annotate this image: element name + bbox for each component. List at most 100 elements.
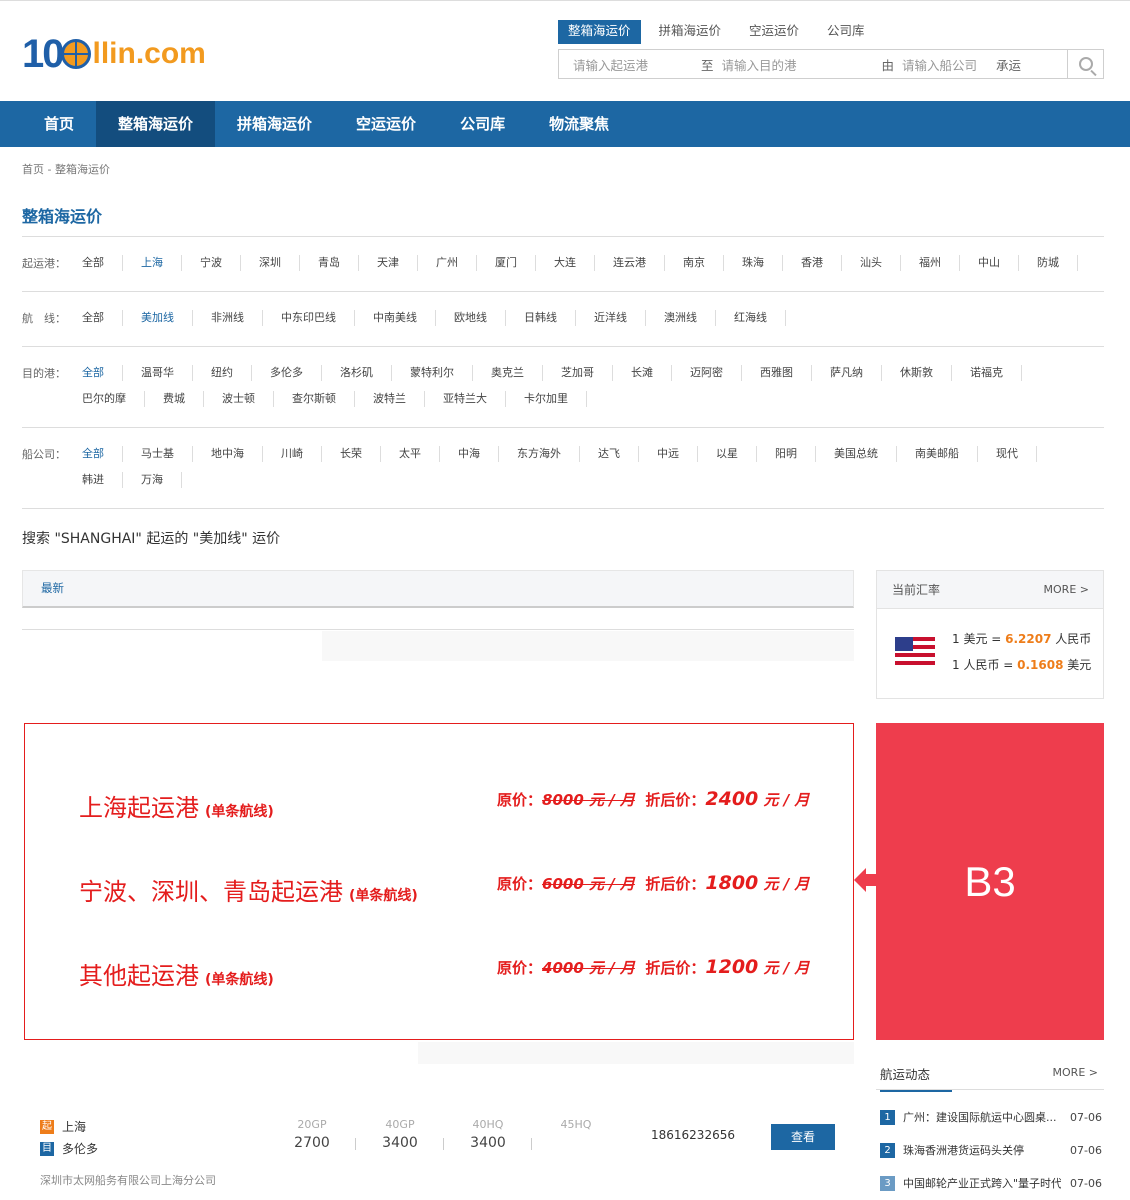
search-tab-lcl[interactable]: 拼箱海运价 xyxy=(649,20,732,44)
filter-option-origin[interactable]: 中山 xyxy=(978,255,1019,271)
ad-slot-b3[interactable]: B3 xyxy=(876,723,1104,1040)
filter-option-carrier[interactable]: 南美邮船 xyxy=(915,446,978,462)
nav-logistics-news[interactable]: 物流聚焦 xyxy=(527,101,631,147)
divider xyxy=(443,1138,444,1150)
filter-option-destination[interactable]: 芝加哥 xyxy=(561,365,613,381)
filter-option-destination[interactable]: 温哥华 xyxy=(141,365,193,381)
filter-option-route[interactable]: 澳洲线 xyxy=(664,310,716,326)
filter-option-destination[interactable]: 多伦多 xyxy=(270,365,322,381)
filter-option-carrier[interactable]: 马士基 xyxy=(141,446,193,462)
filter-option-route[interactable]: 红海线 xyxy=(734,310,786,326)
search-tab-fcl[interactable]: 整箱海运价 xyxy=(558,20,641,44)
filter-option-destination[interactable]: 查尔斯顿 xyxy=(292,391,355,407)
nav-air[interactable]: 空运运价 xyxy=(334,101,438,147)
site-logo[interactable]: 10 llin.com xyxy=(22,32,206,76)
filter-option-carrier[interactable]: 中海 xyxy=(458,446,499,462)
filter-option-origin[interactable]: 青岛 xyxy=(318,255,359,271)
filter-option-destination[interactable]: 西雅图 xyxy=(760,365,812,381)
filter-option-route[interactable]: 欧地线 xyxy=(454,310,506,326)
filter-option-origin[interactable]: 连云港 xyxy=(613,255,665,271)
filter-option-origin[interactable]: 厦门 xyxy=(495,255,536,271)
nav-home[interactable]: 首页 xyxy=(22,101,96,147)
container-price xyxy=(546,1135,606,1153)
filter-option-origin[interactable]: 香港 xyxy=(801,255,842,271)
search-button[interactable] xyxy=(1067,50,1103,78)
filter-option-origin[interactable]: 大连 xyxy=(554,255,595,271)
company-name[interactable]: 深圳市太网船务有限公司上海分公司 xyxy=(40,1172,216,1188)
filter-option-carrier[interactable]: 全部 xyxy=(82,446,123,462)
filter-option-destination[interactable]: 费城 xyxy=(163,391,204,407)
filter-option-destination[interactable]: 诺福克 xyxy=(970,365,1022,381)
search-tab-company[interactable]: 公司库 xyxy=(817,20,875,44)
filter-option-destination[interactable]: 全部 xyxy=(82,365,123,381)
filter-option-destination[interactable]: 洛杉矶 xyxy=(340,365,392,381)
filter-option-carrier[interactable]: 万海 xyxy=(141,472,182,488)
origin-port-input[interactable]: 请输入起运港 xyxy=(559,55,689,74)
promo-banner[interactable]: 上海起运港 (单条航线) 原价：8000 元 / 月 折后价：2400 元 / … xyxy=(24,723,854,1040)
filter-option-destination[interactable]: 巴尔的摩 xyxy=(82,391,145,407)
filter-option-route[interactable]: 美加线 xyxy=(141,310,193,326)
news-item[interactable]: 1 广州：建设国际航运中心圆桌... 07-06 xyxy=(880,1109,1102,1125)
breadcrumb[interactable]: 首页 - 整箱海运价 xyxy=(22,161,110,177)
filter-option-route[interactable]: 中南美线 xyxy=(373,310,436,326)
filter-option-destination[interactable]: 萨凡纳 xyxy=(830,365,882,381)
filter-option-origin[interactable]: 广州 xyxy=(436,255,477,271)
filter-option-carrier[interactable]: 太平 xyxy=(399,446,440,462)
filter-option-carrier[interactable]: 美国总统 xyxy=(834,446,897,462)
filter-option-route[interactable]: 近洋线 xyxy=(594,310,646,326)
view-button[interactable]: 查看 xyxy=(771,1124,835,1150)
filter-option-destination[interactable]: 迈阿密 xyxy=(690,365,742,381)
filter-option-carrier[interactable]: 东方海外 xyxy=(517,446,580,462)
filter-option-carrier[interactable]: 韩进 xyxy=(82,472,123,488)
filter-option-destination[interactable]: 波士顿 xyxy=(222,391,274,407)
carrier-input[interactable]: 请输入船公司 xyxy=(902,55,996,74)
filter-option-destination[interactable]: 蒙特利尔 xyxy=(410,365,473,381)
filter-option-origin[interactable]: 全部 xyxy=(82,255,123,271)
promo-note: (单条航线) xyxy=(349,888,418,904)
filter-option-destination[interactable]: 休斯敦 xyxy=(900,365,952,381)
new-label: 折后价： xyxy=(645,875,706,893)
news-item[interactable]: 2 珠海香洲港货运码头关停 07-06 xyxy=(880,1142,1102,1158)
origin-line: 起 上海 xyxy=(40,1118,86,1135)
filter-option-carrier[interactable]: 达飞 xyxy=(598,446,639,462)
destination-port-input[interactable]: 请输入目的港 xyxy=(722,55,882,74)
filter-option-origin[interactable]: 深圳 xyxy=(259,255,300,271)
search-tab-air[interactable]: 空运运价 xyxy=(739,20,809,44)
filter-option-carrier[interactable]: 以星 xyxy=(716,446,757,462)
filter-option-carrier[interactable]: 现代 xyxy=(996,446,1037,462)
filter-option-carrier[interactable]: 川崎 xyxy=(281,446,322,462)
filter-option-destination[interactable]: 卡尔加里 xyxy=(524,391,587,407)
container-price: 3400 xyxy=(382,1135,418,1151)
tab-latest[interactable]: 最新 xyxy=(41,581,64,595)
filter-option-origin[interactable]: 南京 xyxy=(683,255,724,271)
filter-option-route[interactable]: 日韩线 xyxy=(524,310,576,326)
filter-option-carrier[interactable]: 阳明 xyxy=(775,446,816,462)
filter-option-origin[interactable]: 宁波 xyxy=(200,255,241,271)
filter-option-route[interactable]: 全部 xyxy=(82,310,123,326)
container-type: 40GP xyxy=(385,1118,415,1131)
rate-unit: 美元 xyxy=(1063,658,1092,672)
filter-option-origin[interactable]: 上海 xyxy=(141,255,182,271)
filter-option-origin[interactable]: 防城 xyxy=(1037,255,1078,271)
filter-option-carrier[interactable]: 地中海 xyxy=(211,446,263,462)
filter-option-destination[interactable]: 亚特兰大 xyxy=(443,391,506,407)
news-item[interactable]: 3 中国邮轮产业正式跨入"量子时代" 07-06 xyxy=(880,1175,1102,1191)
filter-option-origin[interactable]: 天津 xyxy=(377,255,418,271)
exchange-rate-more-link[interactable]: MORE > xyxy=(1044,583,1089,596)
filter-option-origin[interactable]: 福州 xyxy=(919,255,960,271)
shipping-news-more-link[interactable]: MORE > xyxy=(1053,1066,1098,1079)
filter-option-carrier[interactable]: 长荣 xyxy=(340,446,381,462)
news-title: 中国邮轮产业正式跨入"量子时代" xyxy=(903,1177,1061,1190)
filter-option-route[interactable]: 非洲线 xyxy=(211,310,263,326)
filter-option-origin[interactable]: 珠海 xyxy=(742,255,783,271)
filter-option-destination[interactable]: 波特兰 xyxy=(373,391,425,407)
filter-option-origin[interactable]: 汕头 xyxy=(860,255,901,271)
nav-company[interactable]: 公司库 xyxy=(438,101,527,147)
filter-option-destination[interactable]: 长滩 xyxy=(631,365,672,381)
filter-option-route[interactable]: 中东印巴线 xyxy=(281,310,355,326)
filter-option-destination[interactable]: 奥克兰 xyxy=(491,365,543,381)
filter-option-destination[interactable]: 纽约 xyxy=(211,365,252,381)
nav-fcl[interactable]: 整箱海运价 xyxy=(96,101,216,147)
nav-lcl[interactable]: 拼箱海运价 xyxy=(215,101,334,147)
filter-option-carrier[interactable]: 中远 xyxy=(657,446,698,462)
